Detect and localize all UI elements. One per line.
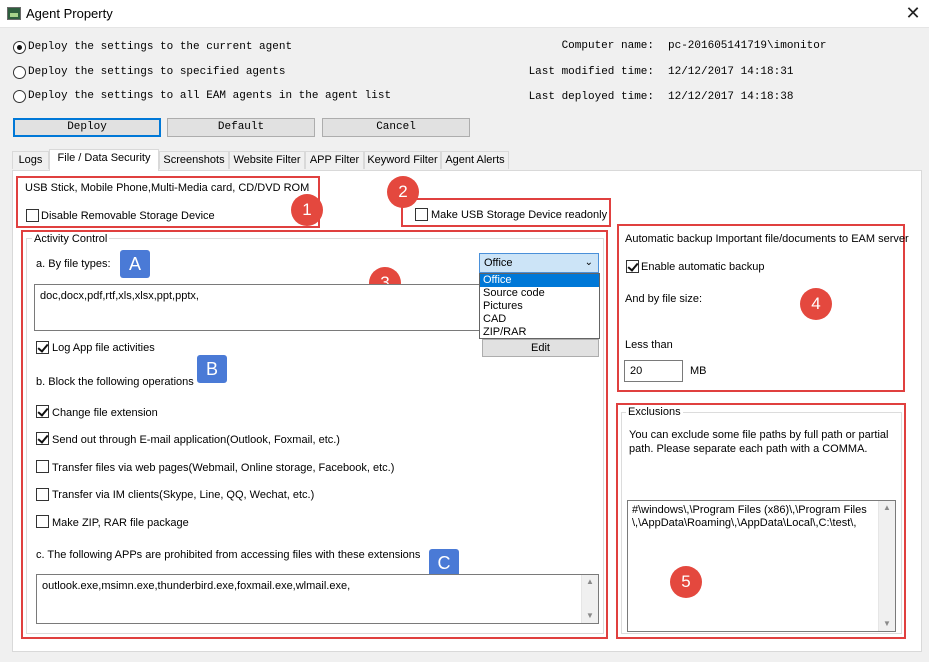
annotation-badge-1: 1: [291, 194, 323, 226]
block-operations-label: b. Block the following operations: [36, 376, 194, 388]
tab-file-data-security[interactable]: File / Data Security: [49, 149, 159, 171]
disable-removable-label: Disable Removable Storage Device: [41, 210, 215, 222]
exclusions-path-line: \,\AppData\Roaming\,\AppData\Local\,C:\t…: [632, 517, 857, 529]
exclusions-scrollbar[interactable]: ▲ ▼: [878, 501, 895, 631]
size-limit-value: 20: [630, 365, 643, 377]
radio-current-agent[interactable]: [13, 41, 26, 54]
app-icon: [7, 7, 21, 20]
activity-control-title: Activity Control: [32, 233, 110, 245]
op-im-checkbox[interactable]: [36, 488, 49, 501]
annotation-badge-5: 5: [670, 566, 702, 598]
annotation-badge-c: C: [429, 549, 459, 577]
file-type-option[interactable]: Office: [480, 274, 599, 287]
size-unit-label: MB: [690, 365, 707, 377]
exclusions-path-line: #\windows\,\Program Files (x86)\,\Progra…: [632, 504, 867, 516]
last-deployed-value: 12/12/2017 14:18:38: [668, 91, 794, 103]
chevron-down-icon: ⌄: [584, 257, 593, 268]
file-types-label: a. By file types:: [36, 258, 111, 270]
annotation-badge-2: 2: [387, 176, 419, 208]
last-modified-label: Last modified time:: [528, 66, 654, 78]
removable-devices-text: USB Stick, Mobile Phone,Multi-Media card…: [25, 182, 310, 194]
deploy-button[interactable]: Deploy: [13, 118, 161, 137]
op-email-checkbox[interactable]: [36, 432, 49, 445]
exclusions-description: You can exclude some file paths by full …: [629, 429, 889, 455]
annotation-badge-a: A: [120, 250, 150, 278]
file-type-option[interactable]: Source code: [480, 287, 599, 300]
usb-readonly-label: Make USB Storage Device readonly: [431, 209, 608, 221]
op-change-extension-label: Change file extension: [52, 407, 158, 419]
window-title: Agent Property: [26, 6, 113, 21]
op-im-label: Transfer via IM clients(Skype, Line, QQ,…: [52, 489, 315, 501]
scroll-up-icon[interactable]: ▲: [879, 501, 895, 515]
tab-keyword-filter[interactable]: Keyword Filter: [364, 151, 441, 169]
prohibited-apps-scrollbar[interactable]: ▲ ▼: [581, 575, 598, 623]
op-web-checkbox[interactable]: [36, 460, 49, 473]
radio-all-agents[interactable]: [13, 90, 26, 103]
edit-button[interactable]: Edit: [482, 339, 599, 357]
annotation-badge-4: 4: [800, 288, 832, 320]
radio-all-agents-label: Deploy the settings to all EAM agents in…: [28, 90, 392, 102]
last-modified-value: 12/12/2017 14:18:31: [668, 66, 794, 78]
file-size-label: And by file size:: [625, 293, 703, 305]
scroll-up-icon[interactable]: ▲: [582, 575, 598, 589]
enable-backup-checkbox[interactable]: [626, 260, 639, 273]
tab-website-filter[interactable]: Website Filter: [229, 151, 305, 169]
tab-screenshots[interactable]: Screenshots: [159, 151, 229, 169]
op-zip-checkbox[interactable]: [36, 515, 49, 528]
disable-removable-checkbox[interactable]: [26, 209, 39, 222]
file-type-option[interactable]: Pictures: [480, 300, 599, 313]
file-type-dropdown-list[interactable]: Office Source code Pictures CAD ZIP/RAR: [479, 273, 600, 339]
prohibited-apps-label: c. The following APPs are prohibited fro…: [36, 549, 421, 561]
computer-name-label: Computer name:: [561, 40, 654, 52]
cancel-button[interactable]: Cancel: [322, 118, 470, 137]
tab-logs[interactable]: Logs: [12, 151, 49, 169]
tab-agent-alerts[interactable]: Agent Alerts: [441, 151, 509, 169]
log-app-label: Log App file activities: [52, 342, 155, 354]
op-zip-label: Make ZIP, RAR file package: [52, 517, 189, 529]
file-type-selected-value: Office: [484, 257, 513, 269]
backup-title: Automatic backup Important file/document…: [625, 233, 909, 245]
size-limit-input[interactable]: 20: [624, 360, 683, 382]
exclusions-paths-field[interactable]: #\windows\,\Program Files (x86)\,\Progra…: [627, 500, 896, 632]
file-type-option[interactable]: CAD: [480, 313, 599, 326]
usb-readonly-checkbox[interactable]: [415, 208, 428, 221]
log-app-checkbox[interactable]: [36, 341, 49, 354]
title-bar: Agent Property ✕: [0, 0, 929, 28]
close-icon[interactable]: ✕: [897, 0, 929, 28]
file-extensions-value: doc,docx,pdf,rtf,xls,xlsx,ppt,pptx,: [40, 290, 199, 302]
radio-specified-agents-label: Deploy the settings to specified agents: [28, 66, 286, 78]
scroll-down-icon[interactable]: ▼: [582, 609, 598, 623]
last-deployed-label: Last deployed time:: [528, 91, 654, 103]
computer-name-value: pc-201605141719\imonitor: [668, 40, 827, 52]
op-web-label: Transfer files via web pages(Webmail, On…: [52, 462, 395, 474]
less-than-label: Less than: [625, 339, 673, 351]
radio-specified-agents[interactable]: [13, 66, 26, 79]
annotation-badge-b: B: [197, 355, 227, 383]
op-email-label: Send out through E-mail application(Outl…: [52, 434, 340, 446]
scroll-down-icon[interactable]: ▼: [879, 617, 895, 631]
default-button[interactable]: Default: [167, 118, 315, 137]
file-type-option[interactable]: ZIP/RAR: [480, 326, 599, 339]
file-type-dropdown[interactable]: Office ⌄: [479, 253, 599, 273]
enable-backup-label: Enable automatic backup: [641, 261, 765, 273]
op-change-extension-checkbox[interactable]: [36, 405, 49, 418]
exclusions-title: Exclusions: [626, 406, 683, 418]
prohibited-apps-value: outlook.exe,msimn.exe,thunderbird.exe,fo…: [42, 580, 351, 592]
prohibited-apps-field[interactable]: outlook.exe,msimn.exe,thunderbird.exe,fo…: [36, 574, 599, 624]
file-extensions-field[interactable]: doc,docx,pdf,rtf,xls,xlsx,ppt,pptx,: [34, 284, 483, 331]
radio-current-agent-label: Deploy the settings to the current agent: [28, 41, 293, 53]
tab-app-filter[interactable]: APP Filter: [305, 151, 364, 169]
